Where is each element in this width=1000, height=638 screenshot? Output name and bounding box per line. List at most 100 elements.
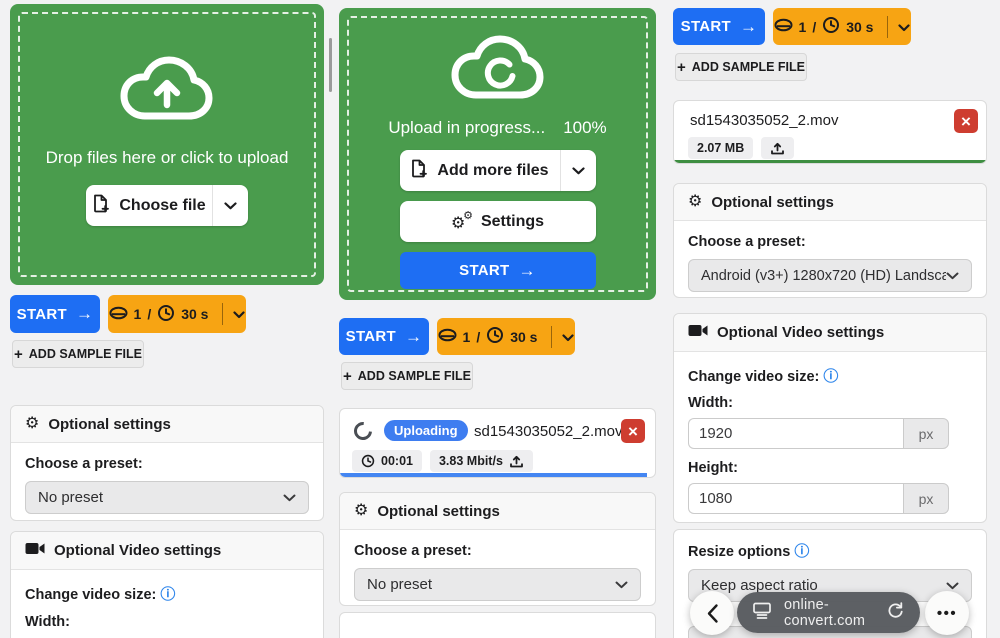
uploaded-file-row: sd1543035052_2.mov × 2.07 MB [673, 100, 987, 164]
file-dropzone[interactable]: Drop files here or click to upload Choos… [10, 4, 324, 285]
add-sample-label: ADD SAMPLE FILE [692, 60, 805, 74]
card-title: Optional settings [377, 503, 500, 520]
start-button[interactable]: START → [10, 295, 100, 333]
column-middle: Upload in progress... 100% Add more file… [339, 0, 656, 638]
elapsed-time: 00:01 [381, 454, 413, 468]
credits-button[interactable]: 1 / 30 s [437, 318, 575, 355]
back-icon [706, 603, 719, 624]
preset-label: Choose a preset: [354, 543, 641, 559]
chevron-down-icon [615, 576, 628, 593]
width-label: Width: [25, 614, 309, 630]
height-input[interactable] [688, 483, 903, 514]
add-sample-file-button[interactable]: + ADD SAMPLE FILE [341, 362, 473, 390]
choose-file-button[interactable]: Choose file [86, 185, 248, 226]
add-sample-file-button[interactable]: + ADD SAMPLE FILE [675, 53, 807, 81]
chevron-down-icon[interactable] [560, 150, 596, 191]
next-card-partial [339, 612, 656, 638]
uploading-file-row: Uploading sd1543035052_2.mov × 00:01 3.8… [339, 408, 656, 478]
start-button[interactable]: START → [339, 318, 429, 355]
chevron-down-icon[interactable] [562, 329, 574, 345]
start-button[interactable]: START → [400, 252, 596, 289]
preset-value: No preset [38, 489, 103, 506]
file-plus-icon [410, 159, 427, 183]
preset-label: Choose a preset: [25, 456, 309, 472]
chevron-down-icon[interactable] [233, 306, 245, 322]
address-bar[interactable]: online-convert.com [737, 592, 920, 633]
start-button[interactable]: START → [673, 8, 765, 45]
upload-progress-bar [340, 473, 647, 478]
preset-select[interactable]: No preset [25, 481, 309, 514]
back-button[interactable] [690, 591, 734, 635]
upload-speed: 3.83 Mbit/s [439, 454, 503, 468]
credits-button[interactable]: 1 / 30 s [108, 295, 246, 333]
refresh-icon[interactable] [886, 601, 905, 625]
card-title: Optional settings [711, 194, 834, 211]
optional-settings-card: ⚙ Optional settings Choose a preset: And… [673, 183, 987, 298]
info-icon[interactable]: ⓘ [794, 543, 809, 560]
ellipsis-icon: ••• [937, 605, 957, 622]
add-more-files-button[interactable]: Add more files [400, 150, 596, 191]
upload-progress-dropzone[interactable]: Upload in progress... 100% Add more file… [339, 8, 656, 300]
add-sample-file-button[interactable]: + ADD SAMPLE FILE [12, 340, 144, 368]
preset-select[interactable]: Android (v3+) 1280x720 (HD) Landscape [688, 259, 972, 292]
height-label: Height: [688, 460, 972, 476]
chevron-down-icon [946, 268, 959, 284]
plus-icon: + [677, 59, 686, 76]
preset-select[interactable]: No preset [354, 568, 641, 601]
divider [551, 326, 552, 348]
start-label: START [459, 262, 509, 279]
settings-button[interactable]: ⚙⚙ Settings [400, 201, 596, 242]
file-name: sd1543035052_2.mov [474, 423, 622, 440]
credit-time: 30 s [181, 306, 208, 322]
add-more-files-label: Add more files [437, 162, 548, 180]
upload-speed-pill: 3.83 Mbit/s [430, 450, 533, 472]
chevron-down-icon[interactable] [212, 185, 248, 226]
chevron-down-icon[interactable] [898, 19, 910, 35]
close-icon[interactable]: × [954, 109, 978, 133]
info-icon[interactable]: ⓘ [823, 368, 838, 385]
optional-settings-card: ⚙ Optional settings Choose a preset: No … [10, 405, 324, 521]
chevron-down-icon [283, 489, 296, 506]
more-button[interactable]: ••• [925, 591, 969, 635]
arrow-right-icon: → [740, 17, 757, 37]
gear-icon: ⚙ [354, 503, 368, 519]
divider [887, 16, 888, 38]
reader-icon [752, 602, 772, 624]
arrow-right-icon: → [405, 327, 422, 347]
credit-separator: / [147, 306, 151, 322]
resize-options-label: Resize optionsⓘ [688, 540, 972, 561]
add-sample-label: ADD SAMPLE FILE [29, 347, 142, 361]
video-camera-icon [25, 542, 45, 559]
credit-separator: / [476, 329, 480, 345]
credit-count: 1 [799, 19, 807, 35]
credit-time: 30 s [846, 19, 873, 35]
spinner-icon [350, 418, 375, 443]
coin-icon [438, 328, 457, 345]
clock-icon [157, 304, 175, 325]
settings-button-label: Settings [481, 213, 544, 231]
width-input[interactable] [688, 418, 903, 449]
upload-percent: 100% [563, 118, 606, 138]
file-plus-icon [92, 194, 109, 218]
file-name: sd1543035052_2.mov [690, 112, 838, 129]
preset-value: Android (v3+) 1280x720 (HD) Landscape [701, 268, 946, 284]
plus-icon: + [343, 368, 352, 385]
clock-icon [486, 326, 504, 347]
upload-complete-bar [674, 160, 986, 164]
coin-icon [109, 306, 128, 323]
scrollbar-thumb[interactable] [329, 38, 332, 92]
height-unit: px [903, 483, 949, 514]
info-icon[interactable]: ⓘ [160, 586, 175, 603]
credit-count: 1 [134, 306, 142, 322]
width-label: Width: [688, 395, 972, 411]
arrow-right-icon: → [519, 261, 536, 281]
card-title: Optional Video settings [717, 324, 884, 341]
upload-status: Upload in progress... 100% [339, 118, 656, 138]
close-icon[interactable]: × [621, 419, 645, 443]
add-sample-label: ADD SAMPLE FILE [358, 369, 471, 383]
credit-count: 1 [463, 329, 471, 345]
column-left: Drop files here or click to upload Choos… [10, 0, 324, 638]
gear-icon: ⚙ [688, 194, 702, 210]
card-header: ⚙ Optional settings [11, 406, 323, 443]
credits-button[interactable]: 1 / 30 s [773, 8, 911, 45]
